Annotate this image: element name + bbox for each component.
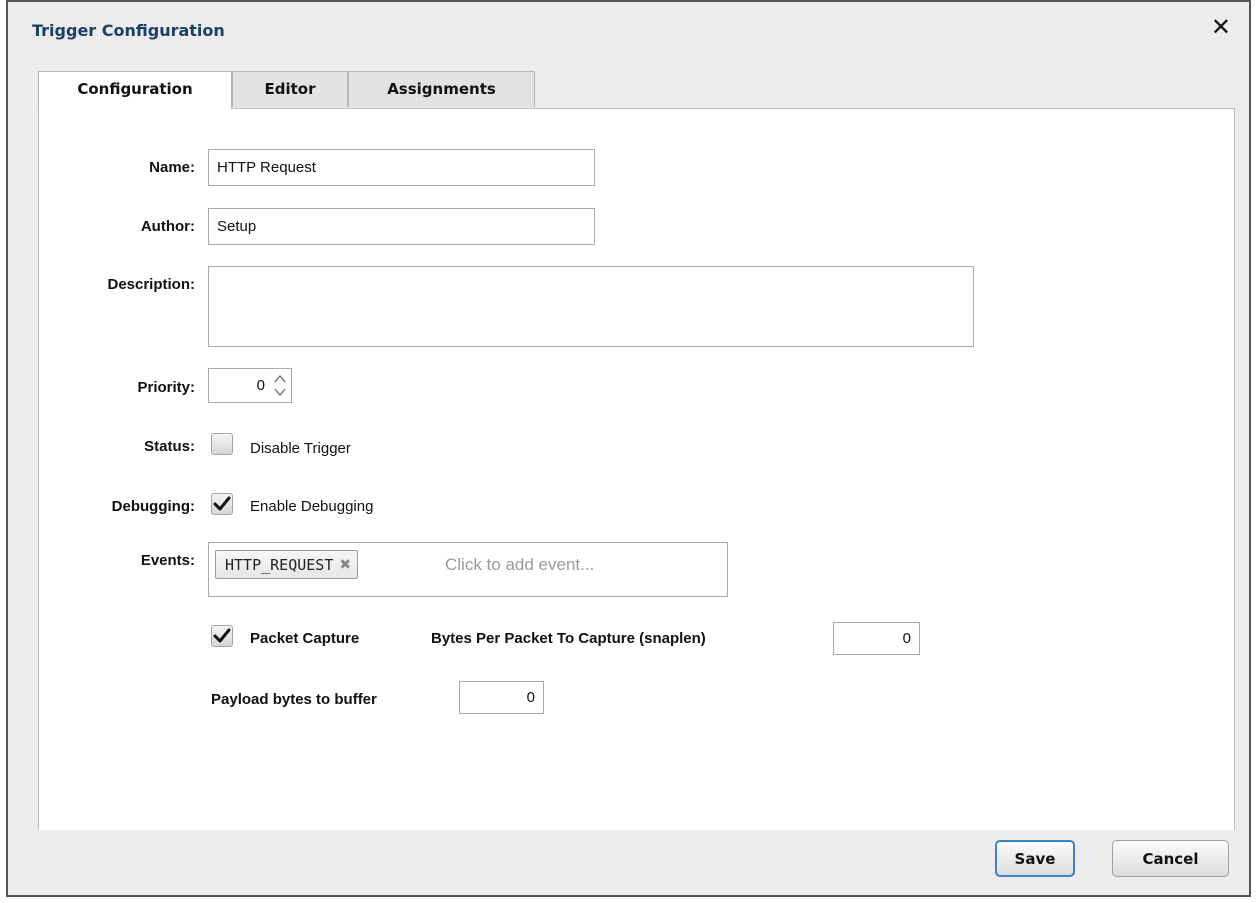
description-textarea[interactable]: [208, 266, 974, 347]
name-value: HTTP Request: [217, 159, 316, 176]
event-token-label: HTTP_REQUEST: [225, 555, 334, 574]
status-label: Status:: [144, 438, 195, 455]
packet-capture-checkbox[interactable]: [211, 625, 233, 647]
events-label: Events:: [140, 552, 195, 569]
priority-label: Priority:: [137, 379, 195, 396]
packet-capture-label: Packet Capture: [250, 630, 360, 647]
priority-value: 0: [256, 377, 265, 394]
remove-token-icon[interactable]: ✖: [339, 557, 351, 573]
configuration-panel: Name: HTTP Request Author: Setup Descrip…: [38, 108, 1235, 830]
description-label: Description:: [107, 276, 195, 293]
author-input[interactable]: Setup: [208, 208, 595, 245]
dialog-title: Trigger Configuration: [32, 21, 225, 40]
payload-value: 0: [526, 689, 535, 706]
disable-trigger-checkbox[interactable]: [211, 433, 233, 455]
save-button[interactable]: Save: [995, 840, 1075, 877]
close-icon[interactable]: ✕: [1211, 15, 1231, 39]
stepper-arrows-icon[interactable]: [272, 372, 288, 399]
author-value: Setup: [217, 218, 257, 235]
author-label: Author:: [140, 218, 195, 235]
events-placeholder: Click to add event...: [445, 555, 595, 574]
payload-input[interactable]: 0: [459, 681, 544, 714]
payload-label: Payload bytes to buffer: [211, 691, 377, 708]
tab-configuration[interactable]: Configuration: [38, 71, 232, 109]
enable-debugging-checkbox[interactable]: [211, 493, 233, 515]
events-field[interactable]: HTTP_REQUEST ✖ Click to add event...: [208, 542, 728, 597]
checkmark-icon: [213, 496, 231, 511]
priority-stepper[interactable]: 0: [208, 368, 292, 403]
checkmark-icon: [213, 628, 231, 643]
name-input[interactable]: HTTP Request: [208, 149, 595, 186]
disable-trigger-label: Disable Trigger: [250, 440, 351, 457]
trigger-configuration-dialog: Trigger Configuration ✕ Configuration Ed…: [6, 0, 1251, 897]
cancel-button[interactable]: Cancel: [1112, 840, 1229, 877]
name-label: Name:: [149, 159, 195, 176]
debugging-label: Debugging:: [111, 498, 195, 515]
event-token: HTTP_REQUEST ✖: [215, 550, 359, 579]
tab-editor[interactable]: Editor: [232, 71, 348, 107]
snaplen-label: Bytes Per Packet To Capture (snaplen): [431, 630, 706, 647]
snaplen-input[interactable]: 0: [833, 622, 920, 655]
enable-debugging-label: Enable Debugging: [250, 498, 374, 515]
snaplen-value: 0: [902, 630, 911, 647]
tab-assignments[interactable]: Assignments: [348, 71, 535, 107]
